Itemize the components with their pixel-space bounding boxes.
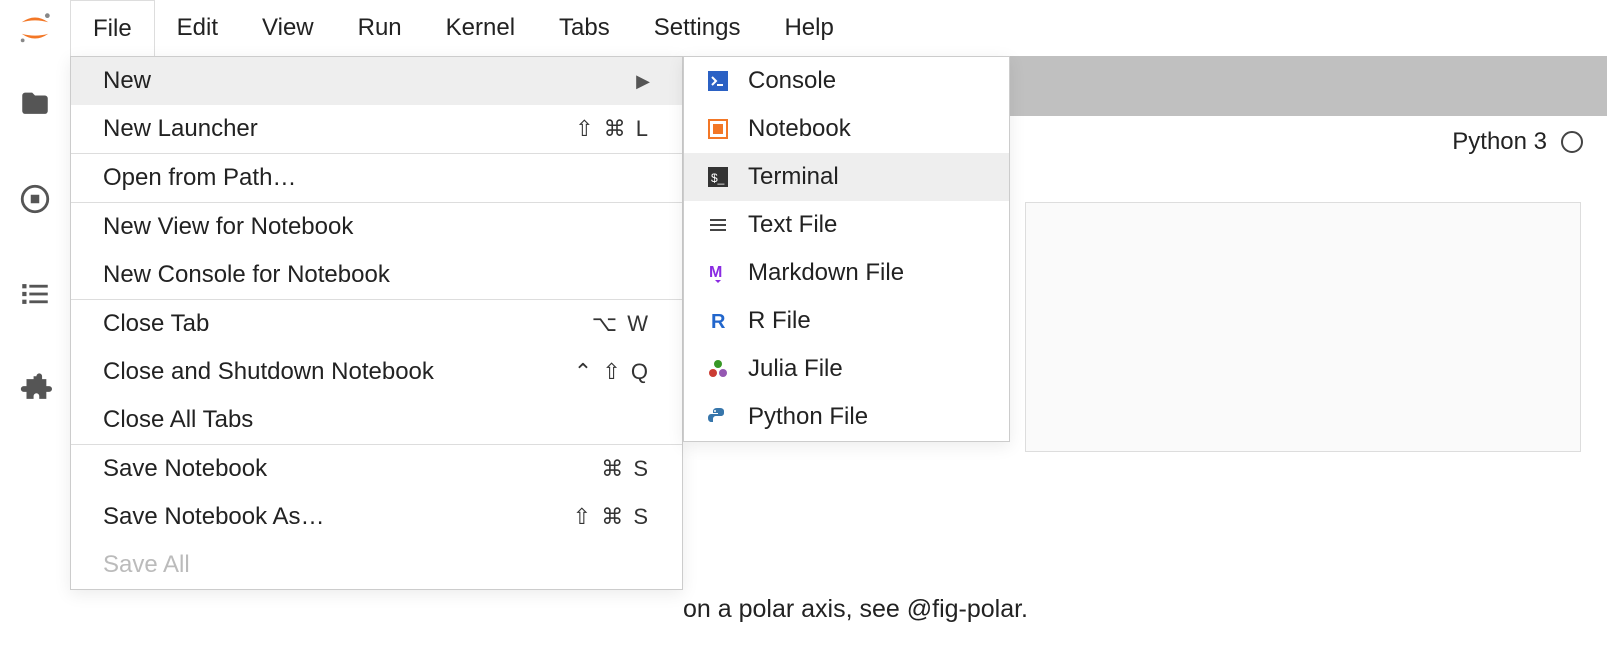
file-menu-new-console-for-notebook[interactable]: New Console for Notebook	[71, 251, 682, 299]
menu-label: Python File	[748, 403, 868, 431]
menu-label: Close Tab	[103, 310, 209, 338]
menu-kernel[interactable]: Kernel	[424, 0, 537, 56]
menu-shortcut: ⌥ W	[592, 311, 650, 337]
julia-icon	[706, 357, 730, 381]
menubar: File Edit View Run Kernel Tabs Settings …	[0, 0, 1607, 56]
menu-label: Open from Path…	[103, 164, 296, 192]
activity-running[interactable]	[0, 151, 70, 246]
textfile-icon	[706, 213, 730, 237]
menu-label: New Launcher	[103, 115, 258, 143]
menu-edit[interactable]: Edit	[155, 0, 240, 56]
new-console[interactable]: Console	[684, 57, 1009, 105]
submenu-arrow-icon: ▶	[636, 71, 650, 92]
folder-icon	[18, 87, 52, 121]
file-menu-close-tab[interactable]: Close Tab ⌥ W	[71, 300, 682, 348]
svg-text:$_: $_	[711, 171, 725, 185]
file-menu-save-all: Save All	[71, 541, 682, 589]
menu-label: Save Notebook As…	[103, 503, 324, 531]
activity-toc[interactable]	[0, 246, 70, 341]
r-icon: R	[706, 309, 730, 333]
file-menu-new[interactable]: New ▶	[71, 57, 682, 105]
notebook-cell-background	[1025, 202, 1581, 452]
file-menu-new-view-for-notebook[interactable]: New View for Notebook	[71, 203, 682, 251]
kernel-name: Python 3	[1452, 128, 1547, 156]
file-menu-dropdown: New ▶ New Launcher ⇧ ⌘ L Open from Path……	[70, 56, 683, 590]
python-icon	[706, 405, 730, 429]
puzzle-icon	[18, 372, 52, 406]
menu-label: Console	[748, 67, 836, 95]
file-menu-close-shutdown-notebook[interactable]: Close and Shutdown Notebook ⌃ ⇧ Q	[71, 348, 682, 396]
menu-label: New Console for Notebook	[103, 261, 390, 289]
menu-label: Notebook	[748, 115, 851, 143]
menu-shortcut: ⇧ ⌘ L	[575, 116, 650, 142]
svg-text:R: R	[711, 311, 726, 333]
activity-extensions[interactable]	[0, 341, 70, 436]
menu-label: R File	[748, 307, 811, 335]
file-menu-save-notebook-as[interactable]: Save Notebook As… ⇧ ⌘ S	[71, 493, 682, 541]
new-r-file[interactable]: R R File	[684, 297, 1009, 345]
menu-settings[interactable]: Settings	[632, 0, 763, 56]
file-menu-open-from-path[interactable]: Open from Path…	[71, 154, 682, 202]
menu-label: New	[103, 67, 151, 95]
menu-file[interactable]: File	[70, 0, 155, 56]
menu-label: Close All Tabs	[103, 406, 253, 434]
terminal-icon: $_	[706, 165, 730, 189]
menu-shortcut: ⌃ ⇧ Q	[574, 359, 650, 385]
file-menu-close-all-tabs[interactable]: Close All Tabs	[71, 396, 682, 444]
list-icon	[18, 277, 52, 311]
new-julia-file[interactable]: Julia File	[684, 345, 1009, 393]
menu-label: New View for Notebook	[103, 213, 353, 241]
jupyter-logo[interactable]	[0, 9, 70, 47]
menu-label: Save All	[103, 551, 190, 579]
kernel-status-icon	[1561, 131, 1583, 153]
menu-run[interactable]: Run	[336, 0, 424, 56]
activity-bar	[0, 56, 70, 672]
new-submenu: Console Notebook $_ Terminal Text File M…	[683, 56, 1010, 442]
menu-shortcut: ⌘ S	[601, 456, 650, 482]
new-markdown-file[interactable]: M Markdown File	[684, 249, 1009, 297]
menu-shortcut: ⇧ ⌘ S	[573, 504, 650, 530]
markdown-icon: M	[706, 261, 730, 285]
menu-help[interactable]: Help	[762, 0, 855, 56]
new-terminal[interactable]: $_ Terminal	[684, 153, 1009, 201]
menu-label: Save Notebook	[103, 455, 267, 483]
menu-label: Markdown File	[748, 259, 904, 287]
file-menu-new-launcher[interactable]: New Launcher ⇧ ⌘ L	[71, 105, 682, 153]
file-menu-save-notebook[interactable]: Save Notebook ⌘ S	[71, 445, 682, 493]
stop-circle-icon	[18, 182, 52, 216]
new-python-file[interactable]: Python File	[684, 393, 1009, 441]
menu-label: Close and Shutdown Notebook	[103, 358, 434, 386]
activity-files[interactable]	[0, 56, 70, 151]
new-notebook[interactable]: Notebook	[684, 105, 1009, 153]
new-text-file[interactable]: Text File	[684, 201, 1009, 249]
jupyter-logo-icon	[16, 9, 54, 47]
notebook-icon	[706, 117, 730, 141]
svg-text:M: M	[709, 264, 722, 281]
console-icon	[706, 69, 730, 93]
menu-view[interactable]: View	[240, 0, 336, 56]
menu-tabs[interactable]: Tabs	[537, 0, 632, 56]
document-text-fragment: on a polar axis, see @fig-polar.	[683, 595, 1028, 624]
menu-label: Terminal	[748, 163, 839, 191]
menu-label: Julia File	[748, 355, 843, 383]
menu-label: Text File	[748, 211, 837, 239]
kernel-indicator[interactable]: Python 3	[1428, 116, 1607, 168]
